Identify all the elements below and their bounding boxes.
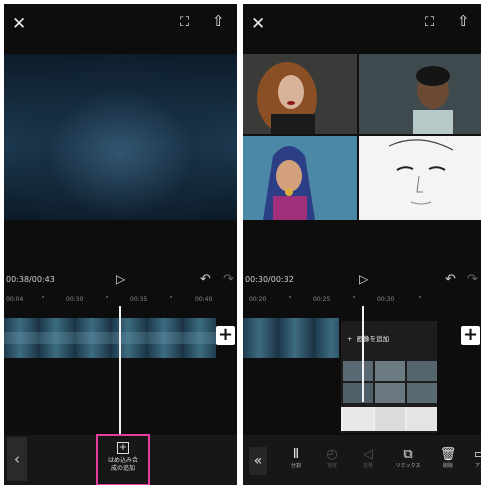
video-clip-track[interactable] — [243, 318, 339, 358]
fullscreen-icon[interactable]: ⛶ — [425, 16, 434, 29]
volume-tool-button[interactable]: ◁ 音量 — [353, 447, 383, 470]
ruler-label: 00:30 — [377, 296, 395, 303]
delete-icon: 🗑 — [439, 447, 457, 462]
collage-photo-2 — [359, 54, 481, 134]
split-icon: Ⅱ — [292, 447, 300, 462]
ruler-dot — [42, 296, 44, 298]
overlay-thumbnail-row[interactable] — [341, 383, 437, 403]
playback-time: 00:30/00:32 — [245, 275, 294, 284]
ruler-label: 00:25 — [313, 296, 331, 303]
remix-tool-button[interactable]: ⧉ リミックス — [393, 447, 423, 470]
animation-icon: ▭ — [473, 447, 481, 462]
editor-panel-right: ✕ ⛶ ⇧ 00:30/00:32 ▷ ↶ ↷ 00:20 00:25 00:3… — [243, 4, 481, 485]
redo-icon[interactable]: ↷ — [223, 272, 234, 287]
thumbnail[interactable] — [375, 407, 405, 431]
playhead[interactable] — [119, 306, 121, 438]
play-icon[interactable]: ▷ — [359, 272, 368, 286]
add-clip-button[interactable]: + — [216, 326, 235, 345]
delete-label: 削除 — [442, 463, 453, 469]
fullscreen-icon[interactable]: ⛶ — [180, 16, 189, 29]
video-preview — [4, 54, 237, 220]
volume-icon: ◁ — [363, 447, 373, 462]
animation-label: アニ — [475, 463, 481, 469]
play-icon[interactable]: ▷ — [116, 272, 125, 286]
remix-label: リミックス — [395, 463, 421, 469]
overlay-thumbnail-row[interactable] — [341, 361, 437, 381]
ruler-label: 00:04 — [6, 296, 24, 303]
overlay-thumbnail-row[interactable] — [341, 407, 437, 431]
speed-icon: ◴ — [326, 447, 338, 462]
delete-tool-button[interactable]: 🗑 削除 — [433, 447, 463, 470]
add-clip-button[interactable]: + — [461, 326, 480, 345]
video-clip-track[interactable] — [4, 318, 216, 358]
split-tool-button[interactable]: Ⅱ 分割 — [281, 447, 311, 470]
export-icon[interactable]: ⇧ — [457, 14, 470, 29]
animation-tool-button[interactable]: ▭ アニ — [465, 447, 481, 470]
close-icon[interactable]: ✕ — [12, 16, 26, 33]
playhead[interactable] — [362, 306, 364, 402]
back-chevron-icon[interactable]: « — [249, 447, 267, 475]
speed-label: 速度 — [326, 463, 337, 469]
collage-photo-1 — [243, 54, 357, 134]
timeline-ruler: 00:04 00:30 00:35 00:40 — [4, 296, 237, 306]
ruler-label: 00:35 — [130, 296, 148, 303]
ruler-dot — [419, 296, 421, 298]
thumbnail[interactable] — [407, 383, 437, 403]
back-chevron-icon[interactable]: ‹ — [7, 437, 27, 481]
ruler-label: 00:30 — [66, 296, 84, 303]
ruler-label: 00:40 — [195, 296, 213, 303]
ruler-label: 00:20 — [249, 296, 267, 303]
collage-photo-3 — [243, 136, 357, 220]
ruler-dot — [106, 296, 108, 298]
add-overlay-label-line2: 成の追加 — [110, 465, 135, 472]
ruler-dot — [353, 296, 355, 298]
playback-time: 00:38/00:43 — [6, 275, 55, 284]
split-label: 分割 — [290, 463, 301, 469]
undo-icon[interactable]: ↶ — [200, 272, 211, 287]
speed-tool-button[interactable]: ◴ 速度 — [317, 447, 347, 470]
add-image-label[interactable]: + 画像を追加 — [347, 333, 389, 343]
collage-photo-4 — [359, 136, 481, 220]
close-icon[interactable]: ✕ — [251, 16, 265, 33]
undo-icon[interactable]: ↶ — [445, 272, 456, 287]
editor-panel-left: ✕ ⛶ ⇧ 00:38/00:43 ▷ ↶ ↷ 00:04 00:30 00:3… — [4, 4, 237, 485]
thumbnail[interactable] — [375, 383, 405, 403]
thumbnail[interactable] — [343, 407, 373, 431]
ruler-dot — [170, 296, 172, 298]
thumbnail[interactable] — [375, 361, 405, 381]
add-overlay-button[interactable]: + はめ込み合 成の追加 — [96, 434, 150, 485]
remix-icon: ⧉ — [403, 447, 413, 462]
thumbnail[interactable] — [407, 361, 437, 381]
export-icon[interactable]: ⇧ — [212, 14, 225, 29]
volume-label: 音量 — [362, 463, 373, 469]
thumbnail[interactable] — [343, 361, 373, 381]
add-overlay-label-line1: はめ込み合 — [107, 457, 138, 464]
add-overlay-icon: + — [117, 442, 129, 454]
timeline-ruler: 00:20 00:25 00:30 — [243, 296, 481, 306]
overlay-add-menu: + 画像を追加 — [341, 321, 437, 433]
redo-icon[interactable]: ↷ — [467, 272, 478, 287]
ruler-dot — [289, 296, 291, 298]
thumbnail[interactable] — [343, 383, 373, 403]
thumbnail[interactable] — [407, 407, 437, 431]
